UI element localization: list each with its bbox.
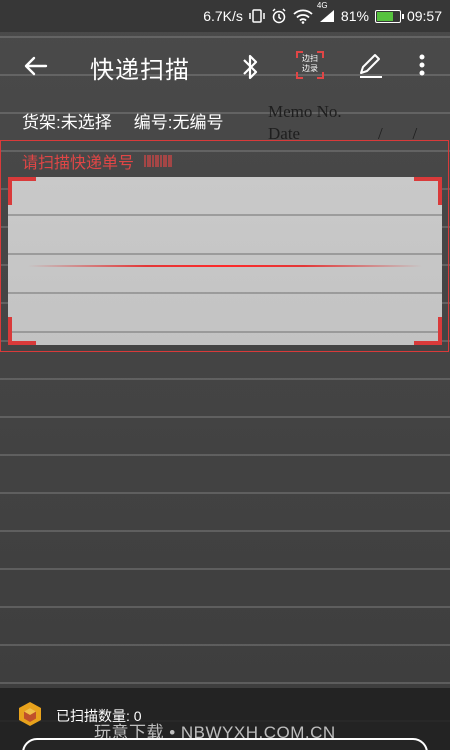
back-arrow-icon <box>24 56 48 76</box>
corner-top-right <box>414 177 442 205</box>
clock: 09:57 <box>406 8 442 24</box>
battery-icon <box>374 9 404 23</box>
alarm-icon <box>271 8 287 24</box>
status-bar: 6.7K/s 4G 81% 09:57 <box>0 0 450 32</box>
scan-hint-text: 请扫描快递单号 <box>22 155 135 172</box>
network-speed: 6.7K/s <box>203 8 243 24</box>
page-title: 快递扫描 <box>90 57 190 84</box>
corner-bottom-right <box>414 317 442 345</box>
barcode-icon <box>144 155 172 167</box>
more-menu-button[interactable] <box>412 50 432 80</box>
shelf-label[interactable]: 货架:未选择 <box>22 108 112 133</box>
bottom-action-button[interactable] <box>22 738 428 750</box>
memo-no-text: Memo No. <box>268 102 342 121</box>
scan-record-line1: 边扫 <box>302 54 318 63</box>
scanner-screen: Memo No. Date / / 6.7K/s 4G 81% 09:57 快递… <box>0 0 450 750</box>
scan-window <box>8 177 442 345</box>
edit-button[interactable] <box>356 50 386 80</box>
scan-record-line2: 边录 <box>302 64 318 73</box>
battery-fill <box>376 11 393 21</box>
scan-hint: 请扫描快递单号 <box>22 149 172 173</box>
scan-record-button[interactable]: 边扫 边录 <box>295 50 325 80</box>
wifi-icon <box>293 9 313 24</box>
more-vertical-icon <box>419 54 425 76</box>
cell-signal-icon: 4G <box>317 1 335 23</box>
number-label[interactable]: 编号:无编号 <box>134 108 224 133</box>
app-bar: 快递扫描 边扫 边录 <box>0 32 450 100</box>
info-row: 货架:未选择 编号:无编号 <box>22 108 223 133</box>
corner-top-left <box>8 177 36 205</box>
battery-percent: 81% <box>340 8 369 24</box>
back-button[interactable] <box>20 50 52 82</box>
scan-record-label: 边扫 边录 <box>295 54 325 74</box>
bluetooth-button[interactable] <box>236 52 264 82</box>
bluetooth-icon <box>243 54 258 80</box>
network-type: 4G <box>316 1 328 10</box>
scan-laser-line <box>28 265 422 267</box>
pencil-icon <box>360 54 382 78</box>
vibrate-icon <box>249 9 265 23</box>
box-icon <box>19 702 41 726</box>
corner-bottom-left <box>8 317 36 345</box>
